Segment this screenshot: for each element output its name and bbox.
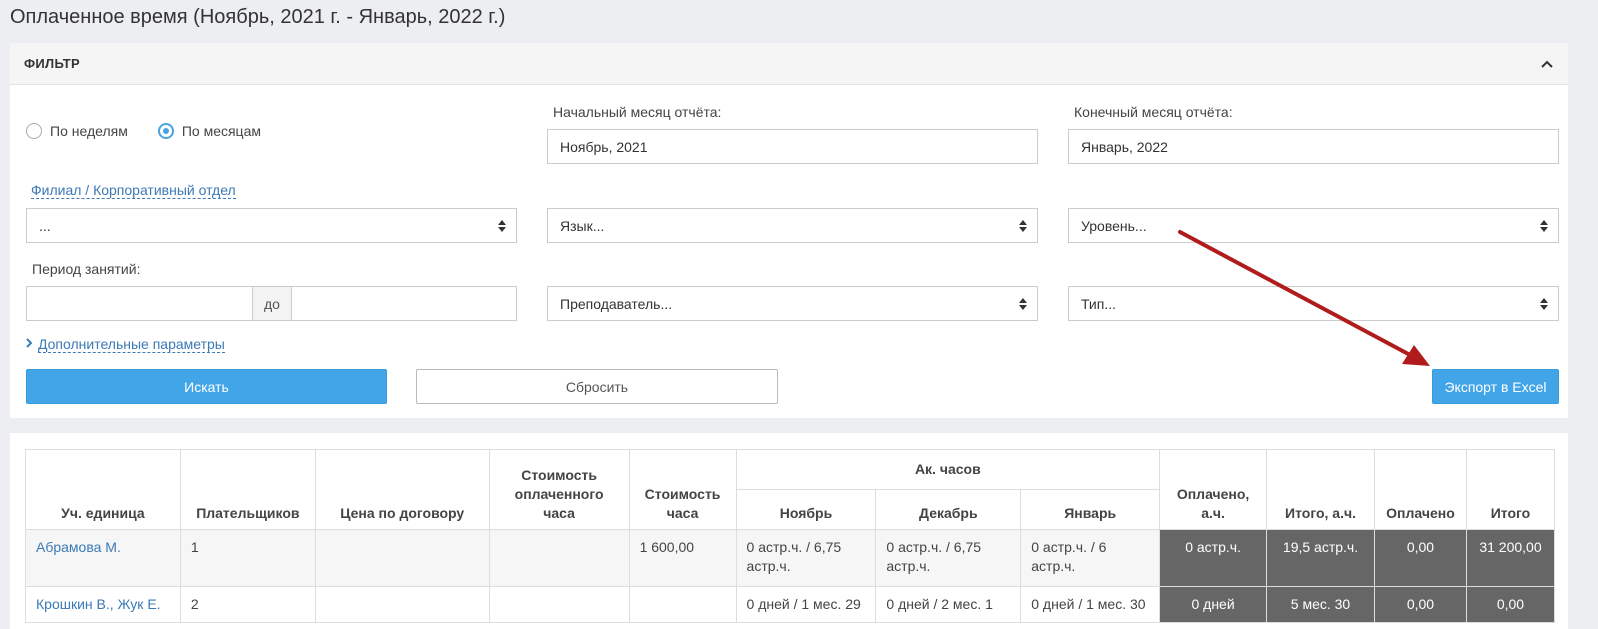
radio-label: По месяцам xyxy=(181,123,261,139)
export-excel-button[interactable]: Экспорт в Excel xyxy=(1432,369,1559,404)
th-paid-hour-cost: Стоимость оплаченного часа xyxy=(488,449,630,530)
th-paid-ah: Оплачено, а.ч. xyxy=(1159,449,1268,530)
cell-hour-cost: 1 600,00 xyxy=(628,529,737,587)
filter-header[interactable]: ФИЛЬТР xyxy=(10,43,1568,85)
sort-caret-icon xyxy=(498,219,506,233)
filter-title: ФИЛЬТР xyxy=(24,56,81,71)
cell-total: 31 200,00 xyxy=(1465,529,1556,587)
end-month-input[interactable]: Январь, 2022 xyxy=(1068,129,1559,164)
cell-november: 0 дней / 1 мес. 29 xyxy=(735,586,877,623)
unit-link[interactable]: Крошкин В., Жук Е. xyxy=(36,596,161,612)
cell-total-ah: 19,5 астр.ч. xyxy=(1266,529,1375,587)
select-value: Уровень... xyxy=(1081,217,1147,234)
radio-by-weeks[interactable]: По неделям xyxy=(26,123,128,139)
period-from-input[interactable] xyxy=(26,286,253,321)
paid-time-table: Уч. единица Плательщиков Цена по договор… xyxy=(25,449,1556,623)
th-november: Ноябрь xyxy=(735,489,877,530)
start-month-label: Начальный месяц отчёта: xyxy=(553,104,722,120)
th-hour-cost: Стоимость часа xyxy=(628,449,737,530)
cell-paid-hour-cost xyxy=(488,529,630,587)
radio-label: По неделям xyxy=(50,123,128,139)
reset-button[interactable]: Сбросить xyxy=(416,369,778,404)
th-paid: Оплачено xyxy=(1373,449,1467,530)
sort-caret-icon xyxy=(1019,297,1027,311)
cell-paid: 0,00 xyxy=(1373,529,1467,587)
table-row: Абрамова М. 1 1 600,00 0 астр.ч. / 6,75 … xyxy=(25,529,1556,587)
select-value: Преподаватель... xyxy=(560,295,673,312)
th-payers: Плательщиков xyxy=(179,449,316,530)
cell-december: 0 дней / 2 мес. 1 xyxy=(875,586,1022,623)
cell-paid-ah: 0 дней xyxy=(1159,586,1268,623)
table-panel: Уч. единица Плательщиков Цена по договор… xyxy=(10,433,1568,629)
th-total-ah: Итого, а.ч. xyxy=(1266,449,1375,530)
more-params-link[interactable]: Дополнительные параметры xyxy=(38,336,225,353)
cell-paid-ah: 0 астр.ч. xyxy=(1159,529,1268,587)
th-unit: Уч. единица xyxy=(25,449,181,530)
select-value: Тип... xyxy=(1081,295,1117,312)
table-row: Крошкин В., Жук Е. 2 0 дней / 1 мес. 29 … xyxy=(25,586,1556,623)
cell-december: 0 астр.ч. / 6,75 астр.ч. xyxy=(875,529,1022,587)
period-to-addon: до xyxy=(252,286,292,321)
th-december: Декабрь xyxy=(875,489,1022,530)
end-month-label: Конечный месяц отчёта: xyxy=(1074,104,1233,120)
level-select[interactable]: Уровень... xyxy=(1068,208,1559,243)
start-month-input[interactable]: Ноябрь, 2021 xyxy=(547,129,1038,164)
cell-payers: 1 xyxy=(179,529,316,587)
cell-contract-price xyxy=(314,529,490,587)
sort-caret-icon xyxy=(1019,219,1027,233)
cell-hour-cost xyxy=(628,586,737,623)
chevron-up-icon[interactable] xyxy=(1540,57,1554,71)
cell-paid-hour-cost xyxy=(488,586,630,623)
sort-caret-icon xyxy=(1540,297,1548,311)
cell-unit: Крошкин В., Жук Е. xyxy=(25,586,181,623)
radio-circle-checked[interactable] xyxy=(157,123,174,139)
page-title: Оплаченное время (Ноябрь, 2021 г. - Янва… xyxy=(10,6,506,28)
select-value: ... xyxy=(39,217,51,234)
chevron-right-icon xyxy=(26,335,33,353)
cell-unit: Абрамова М. xyxy=(25,529,181,587)
cell-total-ah: 5 мес. 30 xyxy=(1266,586,1375,623)
branch-select[interactable]: ... xyxy=(26,208,517,243)
search-button[interactable]: Искать xyxy=(26,369,387,404)
th-total: Итого xyxy=(1465,449,1556,530)
select-value: Язык... xyxy=(560,217,605,234)
cell-november: 0 астр.ч. / 6,75 астр.ч. xyxy=(735,529,877,587)
cell-total: 0,00 xyxy=(1465,586,1556,623)
th-ac-hours: Ак. часов xyxy=(735,449,1161,490)
th-contract-price: Цена по договору xyxy=(314,449,490,530)
cell-paid: 0,00 xyxy=(1373,586,1467,623)
teacher-select[interactable]: Преподаватель... xyxy=(547,286,1038,321)
language-select[interactable]: Язык... xyxy=(547,208,1038,243)
sort-caret-icon xyxy=(1540,219,1548,233)
period-mode-radio-group: По неделям По месяцам xyxy=(26,123,291,139)
cell-january: 0 астр.ч. / 6 астр.ч. xyxy=(1020,529,1161,587)
cell-january: 0 дней / 1 мес. 30 xyxy=(1020,586,1161,623)
cell-payers: 2 xyxy=(179,586,316,623)
unit-link[interactable]: Абрамова М. xyxy=(36,539,121,555)
radio-circle[interactable] xyxy=(26,123,42,139)
filter-panel: ФИЛЬТР По неделям По месяцам Начальный м… xyxy=(10,43,1568,418)
more-params-toggle[interactable]: Дополнительные параметры xyxy=(26,335,225,353)
th-january: Январь xyxy=(1020,489,1161,530)
branch-link[interactable]: Филиал / Корпоративный отдел xyxy=(31,182,236,199)
period-to-input[interactable] xyxy=(291,286,517,321)
cell-contract-price xyxy=(314,586,490,623)
type-select[interactable]: Тип... xyxy=(1068,286,1559,321)
radio-by-months[interactable]: По месяцам xyxy=(157,123,261,139)
period-label: Период занятий: xyxy=(32,261,141,277)
